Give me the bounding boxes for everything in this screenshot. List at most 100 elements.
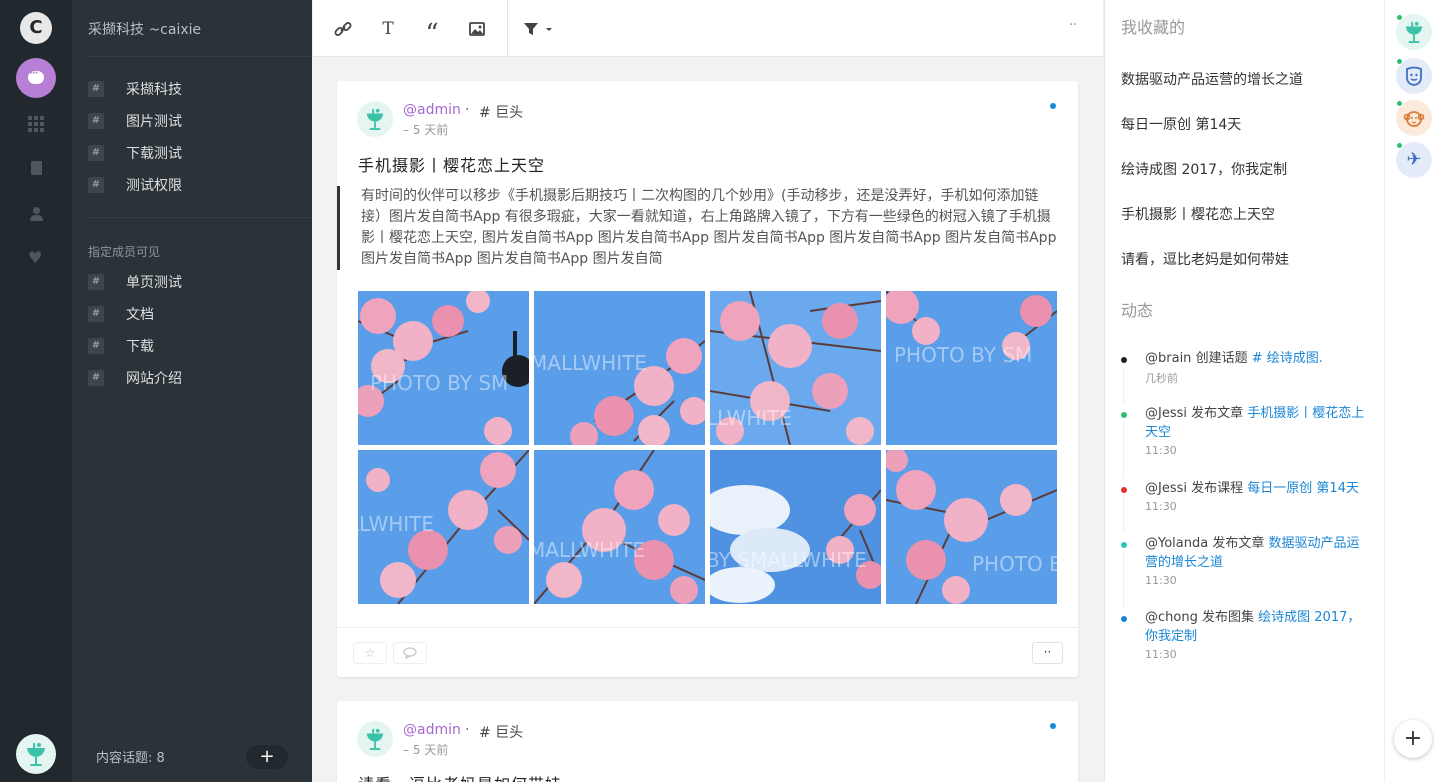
photo-thumbnail[interactable]: MALLWHITE	[534, 450, 705, 604]
post-author[interactable]: @admin	[403, 102, 461, 118]
team-name[interactable]: 采撷科技 ~caixie	[88, 19, 201, 39]
activity-time: 11:30	[1145, 444, 1177, 457]
goblet-icon	[364, 726, 386, 752]
quote-icon[interactable]: “	[420, 17, 444, 49]
photo-watermark: MALLWHITE	[534, 351, 647, 375]
sidebar-item-download-test[interactable]: # 下载测试	[88, 142, 288, 164]
hash-icon: #	[88, 338, 104, 354]
star-icon[interactable]: ☆	[353, 642, 387, 664]
airplane-app-icon[interactable]: ✈	[1396, 142, 1432, 178]
chat-icon[interactable]	[16, 58, 56, 98]
post-topic[interactable]: # 巨头	[479, 722, 523, 742]
workspace-logo[interactable]: C	[20, 12, 52, 44]
integrations-rail: ✈ +	[1384, 0, 1440, 782]
activity-link[interactable]: # 绘诗成图.	[1252, 351, 1323, 366]
photo-thumbnail[interactable]: PHOTO BY SM	[358, 291, 529, 445]
heart-icon[interactable]: ♥	[28, 250, 44, 266]
photo-thumbnail[interactable]: MALLWHITE	[534, 291, 705, 445]
favorite-item[interactable]: 每日一原创 第14天	[1121, 114, 1241, 134]
channel-sidebar: 采撷科技 ~caixie # 采撷科技 # 图片测试 # 下载测试 # 测试权限…	[72, 0, 312, 782]
sidebar-item-permission-test[interactable]: # 测试权限	[88, 174, 288, 196]
timeline-line	[1123, 552, 1125, 608]
sidebar-item-label: 文档	[126, 307, 154, 323]
photo-watermark: LLWHITE	[358, 512, 435, 536]
filter-icon[interactable]	[519, 17, 559, 41]
online-indicator	[1396, 58, 1403, 65]
sidebar-item-label: 下载	[126, 339, 154, 355]
favorite-item[interactable]: 请看，逗比老妈是如何带娃	[1121, 249, 1289, 269]
divider	[507, 0, 508, 57]
compose-toolbar: T “ ··	[313, 0, 1103, 57]
more-options-icon[interactable]: ··	[1069, 17, 1077, 33]
sidebar-item-label: 采撷科技	[126, 82, 182, 98]
photo-thumbnail[interactable]: PHOTO BY SM	[886, 291, 1057, 445]
sidebar-item-docs[interactable]: # 文档	[88, 303, 288, 325]
goblet-icon	[364, 106, 386, 132]
activity-link[interactable]: 每日一原创 第14天	[1247, 481, 1359, 496]
sidebar-item-download[interactable]: # 下载	[88, 335, 288, 357]
image-icon[interactable]	[465, 17, 489, 41]
document-icon[interactable]	[28, 160, 44, 176]
comment-icon[interactable]	[393, 642, 427, 664]
activity-dot	[1121, 487, 1127, 493]
monkey-app-icon[interactable]	[1396, 100, 1432, 136]
favorites-title: 我收藏的	[1121, 18, 1186, 37]
sidebar-item-site-intro[interactable]: # 网站介绍	[88, 367, 288, 389]
sidebar-item-caixie[interactable]: # 采撷科技	[88, 78, 288, 100]
post-more-button[interactable]: ··	[1032, 642, 1063, 664]
post-topic[interactable]: # 巨头	[479, 102, 523, 122]
post-footer: ☆ ··	[337, 627, 1078, 677]
sidebar-item-single-page[interactable]: # 单页测试	[88, 271, 288, 293]
avatar[interactable]	[357, 721, 393, 757]
timeline-line	[1123, 422, 1125, 478]
hash-icon: #	[88, 81, 104, 97]
favorite-item[interactable]: 数据驱动产品运营的增长之道	[1121, 69, 1303, 89]
favorite-item[interactable]: 手机摄影丨樱花恋上天空	[1121, 204, 1275, 224]
avatar[interactable]	[357, 101, 393, 137]
unread-badge	[1050, 723, 1056, 729]
user-icon[interactable]	[28, 206, 44, 222]
goblet-app-icon[interactable]	[1396, 14, 1432, 50]
link-icon[interactable]	[331, 17, 355, 41]
post-card[interactable]: @admin · # 巨头 – 5 天前 请看，逗比老妈是如何带娃	[337, 701, 1078, 782]
post-author[interactable]: @admin	[403, 722, 461, 738]
sidebar-item-label: 单页测试	[126, 275, 182, 291]
goblet-icon	[24, 740, 48, 768]
post-time: – 5 天前	[403, 743, 449, 757]
hash-icon: #	[88, 177, 104, 193]
apps-grid-icon[interactable]	[28, 116, 44, 132]
activity-text: @brain 创建话题 # 绘诗成图.	[1145, 351, 1323, 366]
user-avatar[interactable]	[16, 734, 56, 774]
photo-thumbnail[interactable]: BY SMALLWHITE	[710, 450, 881, 604]
post-card[interactable]: @admin · # 巨头 – 5 天前 手机摄影丨樱花恋上天空 有时间的伙伴可…	[337, 81, 1078, 677]
hash-icon: #	[88, 306, 104, 322]
shield-face-app-icon[interactable]	[1396, 58, 1432, 94]
post-excerpt: 有时间的伙伴可以移步《手机摄影后期技巧丨二次构图的几个妙用》(手动移步，还是没弄…	[337, 186, 1057, 270]
online-indicator	[1396, 14, 1403, 21]
photo-thumbnail[interactable]: LLWHITE	[358, 450, 529, 604]
activity-text: @Jessi 发布文章 手机摄影丨樱花恋上天空	[1145, 406, 1365, 440]
favorite-item[interactable]: 绘诗成图 2017，你我定制	[1121, 159, 1287, 179]
sidebar-item-image-test[interactable]: # 图片测试	[88, 110, 288, 132]
add-app-button[interactable]: +	[1394, 720, 1432, 758]
text-icon[interactable]: T	[376, 17, 400, 41]
goblet-icon	[1403, 19, 1425, 45]
online-indicator	[1396, 100, 1403, 107]
photo-thumbnail[interactable]: LLWHITE	[710, 291, 881, 445]
activity-text: @Yolanda 发布文章 数据驱动产品运营的增长之道	[1145, 536, 1360, 570]
photo-thumbnail[interactable]: PHOTO B	[886, 450, 1057, 604]
add-topic-button[interactable]: +	[246, 745, 288, 769]
photo-watermark: MALLWHITE	[534, 538, 645, 562]
app-rail: C ♥	[0, 0, 72, 782]
post-title[interactable]: 请看，逗比老妈是如何带娃	[358, 771, 562, 782]
post-title[interactable]: 手机摄影丨樱花恋上天空	[358, 152, 545, 176]
right-panel: 我收藏的 数据驱动产品运营的增长之道 每日一原创 第14天 绘诗成图 2017，…	[1104, 0, 1384, 782]
divider	[88, 56, 312, 57]
shield-face-icon	[1403, 65, 1425, 87]
activity-dot	[1121, 412, 1127, 418]
section-title: 指定成员可见	[88, 245, 161, 259]
main-feed: T “ ·· @admin · # 巨头 – 5 天前 手机摄影丨樱花恋上天空 …	[313, 0, 1103, 782]
activity-time: 11:30	[1145, 574, 1177, 587]
monkey-icon	[1403, 107, 1425, 129]
activity-dot	[1121, 357, 1127, 363]
